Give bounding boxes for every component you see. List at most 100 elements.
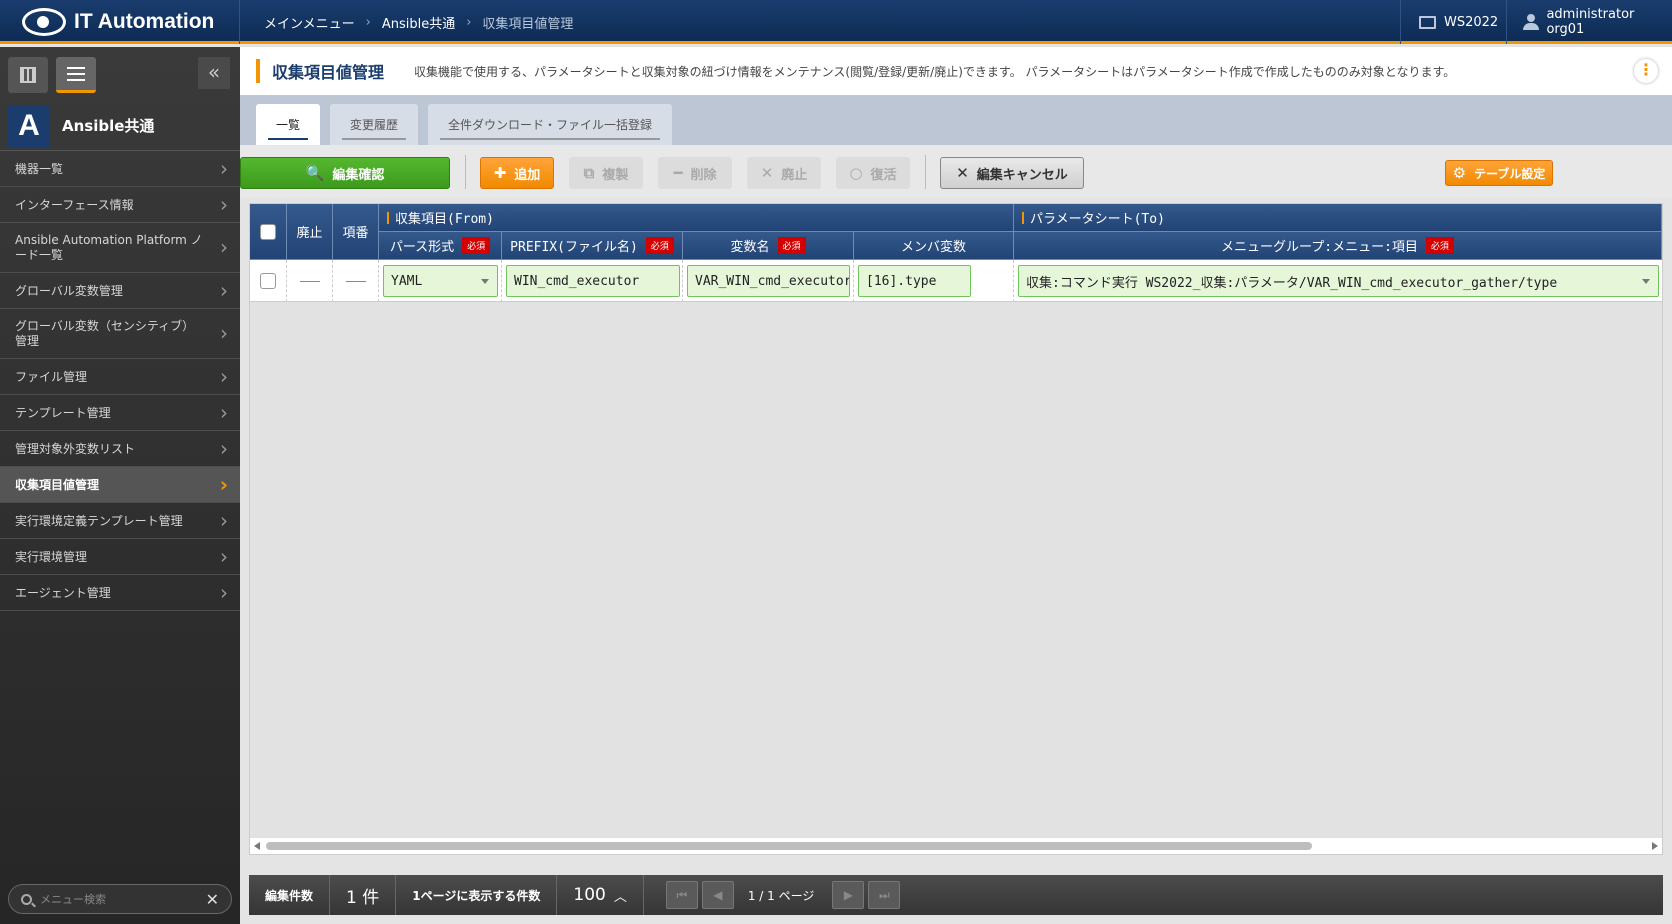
parse-column-label: パース形式 [389, 240, 455, 255]
table-settings-label: テーブル設定 [1474, 166, 1546, 181]
discard-column-header[interactable]: 廃止 [287, 204, 333, 260]
scrollbar-thumb[interactable] [266, 842, 1312, 850]
prefix-column-header[interactable]: PREFIX(ファイル名) 必須 [502, 232, 683, 260]
sidebar-item[interactable]: 実行環境定義テンプレート管理 [0, 503, 240, 539]
tab-download[interactable]: 全件ダウンロード・ファイル一括登録 [428, 104, 673, 145]
parse-column-header[interactable]: パース形式 必須 [379, 232, 502, 260]
group-accent [387, 211, 389, 224]
breadcrumb-main-menu[interactable]: メインメニュー [264, 13, 355, 32]
sidebar-item[interactable]: 実行環境管理 [0, 539, 240, 575]
sidebar-item-label: 実行環境管理 [15, 550, 88, 564]
tab-list-label: 一覧 [276, 118, 301, 132]
no-column-label: 項番 [342, 226, 369, 241]
sidebar-item[interactable]: Ansible Automation Platform ノード一覧 [0, 223, 240, 273]
sidebar-item[interactable]: 収集項目値管理 [0, 467, 240, 503]
copy-label: 複製 [602, 167, 629, 183]
discard-column-label: 廃止 [296, 226, 323, 241]
per-page-label: 1ページに表示する件数 [396, 875, 558, 915]
row-checkbox[interactable] [260, 273, 276, 289]
required-badge: 必須 [645, 237, 674, 254]
per-page-select[interactable]: 100 ︿ [557, 875, 644, 915]
discard-label: 廃止 [781, 167, 808, 183]
delete-button[interactable]: ━ 削除 [658, 157, 732, 189]
list-icon [67, 66, 85, 81]
member-column-header[interactable]: メンバ変数 [854, 232, 1014, 260]
title-accent [256, 59, 260, 83]
discard-button[interactable]: ✕ 廃止 [747, 157, 821, 189]
grid-view-tab[interactable] [8, 57, 48, 93]
horizontal-scrollbar[interactable] [250, 838, 1662, 854]
collapse-sidebar-button[interactable]: « [198, 57, 230, 89]
sidebar-item[interactable]: グローバル変数管理 [0, 273, 240, 309]
content-tabs: 一覧 変更履歴 全件ダウンロード・ファイル一括登録 [240, 95, 1672, 145]
gear-icon: ⚙ [1452, 164, 1467, 182]
menu-column-header[interactable]: メニューグループ:メニュー:項目 必須 [1014, 232, 1662, 260]
select-all-checkbox[interactable] [260, 223, 276, 240]
first-page-button[interactable]: ⏮ [665, 881, 698, 909]
sidebar-item[interactable]: インターフェース情報 [0, 187, 240, 223]
page-title: 収集項目値管理 [272, 63, 385, 82]
group-to-header: パラメータシート(To) [1014, 204, 1662, 232]
restore-label: 復活 [870, 167, 897, 183]
var-column-header[interactable]: 変数名 必須 [683, 232, 854, 260]
data-table: 廃止 項番 収集項目(From) パラメータシート(To) パース形式 必須 PR… [249, 203, 1663, 855]
chevron-right-icon: › [365, 14, 371, 30]
workspace-icon [1419, 15, 1436, 29]
sidebar-item-label: エージェント管理 [15, 586, 111, 600]
more-options-icon[interactable]: ⋮ [1634, 59, 1658, 83]
copy-button[interactable]: ⧉ 複製 [569, 157, 643, 189]
sidebar-item-label: 収集項目値管理 [15, 478, 100, 492]
sidebar-item[interactable]: ファイル管理 [0, 359, 240, 395]
group-to-label: パラメータシート(To) [1030, 212, 1165, 227]
tab-download-label: 全件ダウンロード・ファイル一括登録 [448, 118, 653, 132]
sidebar-item[interactable]: 管理対象外変数リスト [0, 431, 240, 467]
sidebar-item[interactable]: エージェント管理 [0, 575, 240, 611]
menu-search[interactable]: メニュー検索 ✕ [8, 884, 232, 914]
prev-page-button[interactable]: ◀ [701, 881, 734, 909]
no-column-header[interactable]: 項番 [333, 204, 379, 260]
user-name: administrator org01 [1546, 7, 1635, 37]
delete-label: 削除 [690, 167, 717, 183]
breadcrumb: メインメニュー › Ansible共通 › 収集項目値管理 [264, 0, 573, 44]
next-page-button[interactable]: ▶ [832, 881, 865, 909]
row-select-cell [250, 260, 287, 302]
menu-select[interactable]: 収集:コマンド実行 WS2022_収集:パラメータ/VAR_WIN_cmd_ex… [1018, 265, 1659, 297]
sidebar-item[interactable]: グローバル変数（センシティブ）管理 [0, 309, 240, 359]
discard-cell [287, 260, 333, 302]
app-title: IT Automation [74, 10, 215, 33]
minus-icon: ━ [673, 164, 683, 182]
sidebar-item-label: Ansible Automation Platform ノード一覧 [15, 232, 203, 262]
sidebar-item[interactable]: テンプレート管理 [0, 395, 240, 431]
user-menu[interactable]: administrator org01 [1506, 0, 1672, 44]
add-button[interactable]: ✚ 追加 [480, 157, 554, 189]
edit-cancel-button[interactable]: ✕ 編集キャンセル [940, 157, 1084, 189]
empty-dash [299, 280, 320, 282]
prefix-cell [502, 260, 683, 302]
list-view-tab[interactable] [56, 57, 96, 93]
workspace-selector[interactable]: WS2022 [1400, 0, 1506, 44]
app-logo[interactable]: IT Automation [0, 0, 240, 44]
table-settings-button[interactable]: ⚙ テーブル設定 [1445, 160, 1553, 186]
edit-confirm-button[interactable]: 🔍 編集確認 [240, 157, 450, 189]
menu-list: 機器一覧インターフェース情報 Ansible Automation Platfor… [0, 151, 240, 611]
sidebar-item[interactable]: 機器一覧 [0, 151, 240, 187]
no-cell [333, 260, 379, 302]
clear-search-icon[interactable]: ✕ [206, 890, 219, 909]
table-footer: 編集件数 1 件 1ページに表示する件数 100 ︿ ⏮ ◀ 1 / 1 ページ … [249, 875, 1663, 915]
page-description: 収集機能で使用する、パラメータシートと収集対象の紐づけ情報をメンテナンス(閲覧/… [414, 64, 1456, 79]
sidebar-item-label: テンプレート管理 [15, 406, 111, 420]
last-page-button[interactable]: ⏭ [868, 881, 901, 909]
edit-count-label: 編集件数 [249, 875, 331, 915]
plus-icon: ✚ [493, 164, 507, 182]
member-column-label: メンバ変数 [900, 240, 966, 255]
menu-search-input[interactable]: メニュー検索 [40, 891, 106, 907]
workspace-name: WS2022 [1444, 14, 1499, 30]
tab-list[interactable]: 一覧 [256, 104, 321, 145]
restore-button[interactable]: ○ 復活 [836, 157, 910, 189]
scroll-left-icon[interactable] [254, 842, 260, 850]
prefix-column-label: PREFIX(ファイル名) [510, 240, 638, 255]
tab-history[interactable]: 変更履歴 [330, 104, 419, 145]
sidebar-item-label: グローバル変数管理 [15, 284, 123, 298]
breadcrumb-ansible-common[interactable]: Ansible共通 [382, 13, 455, 32]
scroll-right-icon[interactable] [1652, 842, 1658, 850]
